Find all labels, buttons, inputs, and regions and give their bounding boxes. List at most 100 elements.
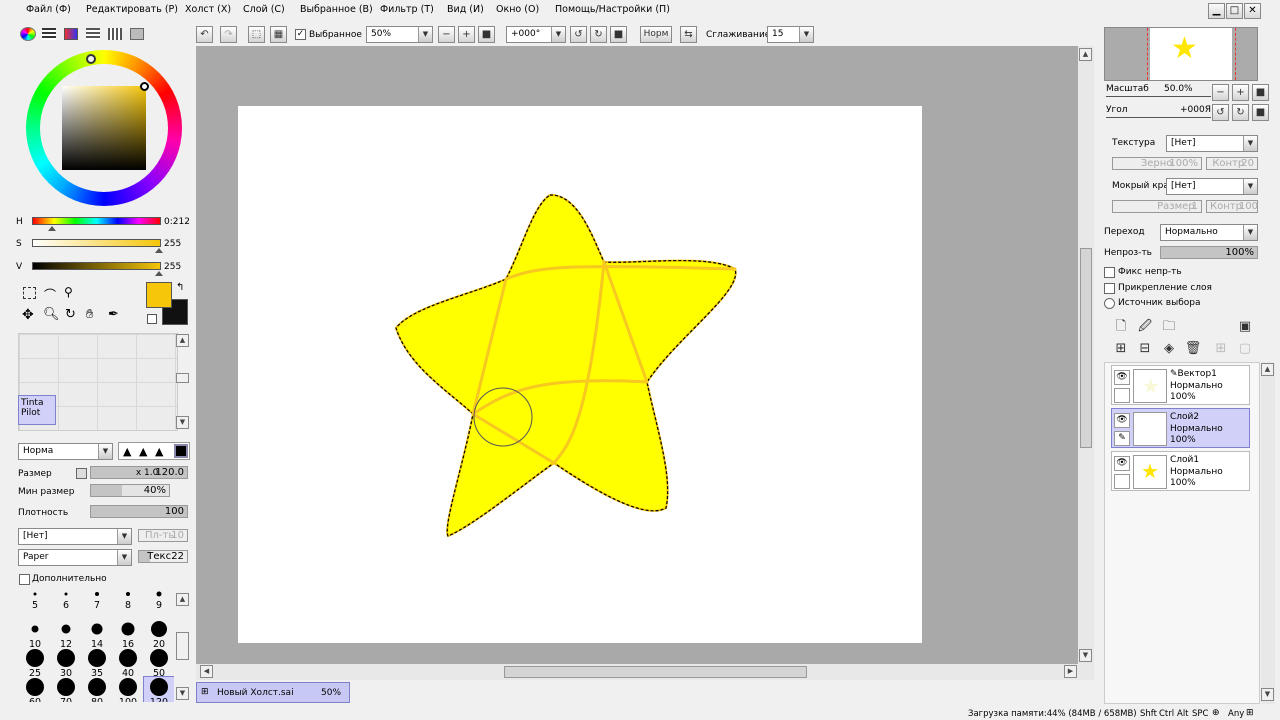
size-slider[interactable]: x 1.0120.0 — [90, 466, 188, 479]
layer-texture-select[interactable]: [Нет] ▼ — [1166, 135, 1258, 152]
menu-help-settings[interactable]: Помощь/Настройки (П) — [555, 4, 670, 15]
document-tab[interactable]: ⊞ Новый Холст.sai 50% — [196, 682, 350, 703]
density-slider[interactable]: 100 — [90, 505, 188, 518]
saturation-slider-handle[interactable] — [155, 248, 163, 253]
angle-slider[interactable] — [1106, 117, 1211, 118]
nav-rotate-left-icon[interactable]: ↺ — [1212, 104, 1229, 121]
saturation-slider[interactable] — [32, 239, 161, 247]
advanced-checkbox[interactable] — [19, 574, 30, 585]
zoom-out-icon[interactable]: − — [438, 26, 455, 43]
brush-size-preset[interactable]: 14 — [82, 619, 112, 650]
brush-blend-select[interactable]: Норма ▼ — [18, 443, 113, 460]
wet-edge-contrast-slider[interactable]: Контр100 — [1206, 200, 1258, 213]
layer-item-vector1[interactable]: 👁︎ ★ ✎Вектор1 Нормально 100% — [1111, 365, 1250, 405]
nav-zoom-in-icon[interactable]: + — [1232, 84, 1249, 101]
rect-select-icon[interactable] — [23, 287, 36, 299]
layer-mask-icon[interactable]: ▣ — [1236, 318, 1254, 336]
brush-size-preset[interactable]: 7 — [82, 590, 112, 620]
visibility-eye-icon[interactable]: 👁︎ — [1114, 456, 1130, 471]
clip-layer-checkbox[interactable] — [1104, 283, 1115, 294]
zoom-icon[interactable]: 🔍︎ — [43, 307, 60, 322]
menu-file[interactable]: Файл (Ф) — [26, 4, 71, 15]
rotate-left-icon[interactable]: ↺ — [570, 26, 587, 43]
invert-selection-icon[interactable]: ▦ — [270, 26, 287, 43]
brush-size-preset[interactable]: 30 — [51, 648, 81, 679]
color-wheel-tab-icon[interactable] — [20, 27, 36, 41]
brush-size-preset[interactable]: 9 — [144, 590, 174, 620]
size-presets-scroll-thumb[interactable] — [176, 632, 189, 660]
vscroll-thumb[interactable] — [1080, 248, 1092, 448]
delete-mask-icon[interactable]: ▢ — [1236, 340, 1254, 358]
selection-checkbox[interactable]: ✓ — [295, 29, 306, 40]
tool-grid-scroll-up[interactable]: ▲ — [176, 334, 189, 347]
selection-source-radio[interactable] — [1104, 298, 1115, 309]
brush-size-preset[interactable]: 120 — [143, 676, 174, 702]
brush-size-preset[interactable]: 12 — [51, 619, 81, 650]
tool-grid-scroll-thumb[interactable] — [176, 373, 189, 383]
hscroll-right-icon[interactable]: ▶ — [1064, 665, 1077, 678]
paper-select[interactable]: Paper ▼ — [18, 549, 132, 566]
magic-wand-icon[interactable]: ⚲ — [64, 285, 73, 299]
mode-button[interactable]: Норм — [640, 26, 672, 43]
layer-item-layer1[interactable]: 👁︎ ★ Слой1 Нормально 100% — [1111, 451, 1250, 491]
brush-shape-medium-icon[interactable]: ▲ — [139, 445, 147, 458]
menu-window[interactable]: Окно (О) — [496, 4, 539, 15]
new-vector-layer-icon[interactable]: 🖉 — [1136, 318, 1154, 336]
apply-mask-icon[interactable]: ⊞ — [1212, 340, 1230, 358]
rotate-right-icon[interactable]: ↻ — [590, 26, 607, 43]
move-icon[interactable]: ✥ — [22, 307, 34, 323]
redo-icon[interactable]: ↷ — [220, 26, 237, 43]
canvas-viewport[interactable]: ▲ ▼ ◀ ▶ — [196, 46, 1094, 680]
layers-scroll-up-icon[interactable]: ▲ — [1261, 363, 1274, 376]
undo-icon[interactable]: ↶ — [196, 26, 213, 43]
brush-size-preset[interactable]: 5 — [20, 590, 50, 620]
visibility-eye-icon[interactable]: 👁︎ — [1114, 413, 1130, 428]
brush-size-preset[interactable]: 35 — [82, 648, 112, 679]
menu-view[interactable]: Вид (И) — [447, 4, 484, 15]
brush-size-preset[interactable]: 50 — [144, 648, 174, 679]
layer-blend-select[interactable]: Нормально ▼ — [1160, 224, 1258, 241]
sv-picker-handle[interactable] — [140, 82, 149, 91]
brush-shape-hard-icon[interactable]: ▲ — [155, 445, 163, 458]
rgb-slider-tab-icon[interactable] — [42, 28, 56, 40]
deselect-icon[interactable]: ⬚ — [248, 26, 265, 43]
layer-brush-indicator-icon[interactable]: ✎ — [1114, 431, 1130, 446]
hue-slider[interactable] — [32, 217, 161, 225]
new-layer-icon[interactable]: 🗋 — [1112, 318, 1130, 336]
minimize-button[interactable]: ▁ — [1208, 3, 1225, 19]
fix-opacity-checkbox[interactable] — [1104, 267, 1115, 278]
smoothing-select[interactable]: 15 ▼ — [767, 26, 814, 43]
menu-selection[interactable]: Выбранное (В) — [300, 4, 373, 15]
brush-size-preset[interactable]: 80 — [82, 677, 112, 702]
canvas-paper[interactable] — [238, 106, 922, 643]
brush-size-preset[interactable]: 25 — [20, 648, 50, 679]
hscroll-thumb[interactable] — [504, 666, 807, 678]
brush-size-preset[interactable]: 6 — [51, 590, 81, 620]
brush-texture-select[interactable]: [Нет] ▼ — [18, 528, 132, 545]
brush-size-preset[interactable]: 60 — [20, 677, 50, 702]
default-colors-icon[interactable] — [147, 314, 157, 324]
layer-item-layer2[interactable]: 👁︎ ✎ Слой2 Нормально 100% — [1111, 408, 1250, 448]
color-mixer-tab-icon[interactable] — [108, 28, 122, 40]
tool-grid-scroll-down[interactable]: ▼ — [176, 416, 189, 429]
vscroll-up-icon[interactable]: ▲ — [1079, 48, 1092, 61]
scratchpad-tab-icon[interactable] — [130, 28, 144, 40]
hue-slider-handle[interactable] — [48, 226, 56, 231]
size-presets-scroll-up[interactable]: ▲ — [176, 593, 189, 606]
clear-layer-icon[interactable]: ◈ — [1160, 340, 1178, 358]
hue-picker-handle[interactable] — [86, 54, 96, 64]
layer-opacity-slider[interactable]: 100% — [1160, 246, 1258, 259]
nav-rotate-right-icon[interactable]: ↻ — [1232, 104, 1249, 121]
texture-strength-slider[interactable]: Пл-ть10 — [138, 529, 188, 542]
close-window-button[interactable]: ✕ — [1244, 3, 1261, 19]
brush-shape-selector[interactable]: ▲ ▲ ▲ — [118, 442, 190, 460]
nav-zoom-reset-icon[interactable]: ■ — [1252, 84, 1269, 101]
layer-lock-checkbox[interactable] — [1114, 474, 1130, 489]
transfer-down-icon[interactable]: ⊞ — [1112, 340, 1130, 358]
value-slider-handle[interactable] — [155, 271, 163, 276]
layer-lock-checkbox[interactable] — [1114, 388, 1130, 403]
zoom-in-icon[interactable]: + — [458, 26, 475, 43]
texture-contrast-slider[interactable]: Контр20 — [1206, 157, 1258, 170]
angle-select[interactable]: +000° ▼ — [506, 26, 566, 43]
hscroll-left-icon[interactable]: ◀ — [200, 665, 213, 678]
